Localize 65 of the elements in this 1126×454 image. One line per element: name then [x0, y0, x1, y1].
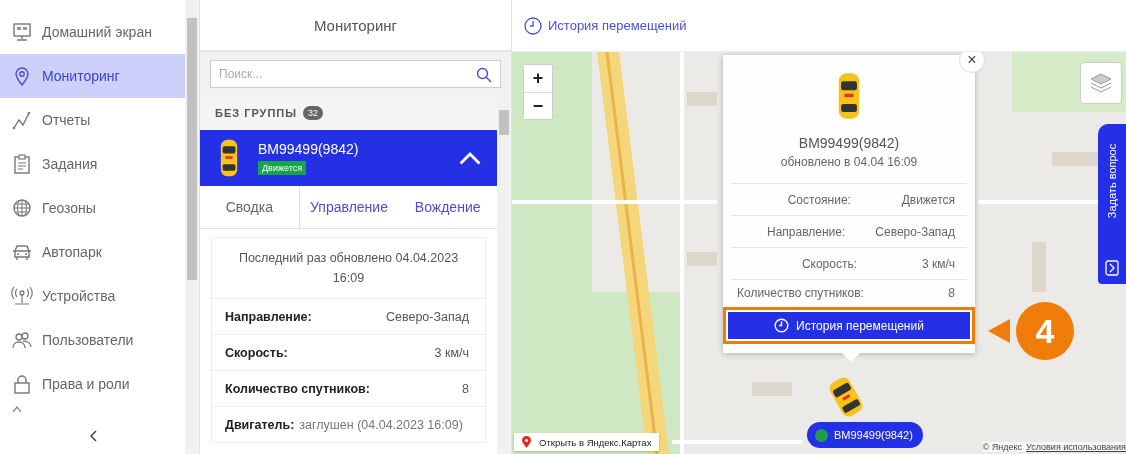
vehicle-marker-label[interactable]: BM99499(9842) [807, 422, 923, 448]
building [1032, 242, 1046, 292]
terms-link[interactable]: Условия использования [1026, 442, 1126, 452]
sidebar-item[interactable]: Отчеты [0, 98, 186, 142]
collapse-chevron-icon[interactable] [88, 430, 97, 443]
close-button[interactable]: × [959, 52, 985, 73]
status-badge: Движется [258, 161, 307, 175]
popup-field-value: Движется [901, 192, 955, 207]
sidebar-item[interactable]: Права и роли [0, 362, 186, 406]
ask-question-tab[interactable]: Задать вопрос [1098, 124, 1126, 284]
sidebar-item[interactable]: Автопарк [0, 230, 186, 274]
open-in-maps-link[interactable]: Открыть в Яндекс.Картах [514, 433, 660, 451]
chart-icon [11, 109, 33, 131]
field-value: заглушен (04.04.2023 16:09) [299, 417, 463, 432]
clock-icon [774, 318, 790, 333]
search-field[interactable]: Поиск... [210, 60, 501, 88]
chevron-box-icon [1105, 260, 1119, 276]
field-value: 3 км/ч [434, 345, 469, 360]
panel-scrollbar[interactable] [497, 96, 511, 454]
globe-icon [11, 197, 33, 219]
sidebar-item[interactable]: Домашний экран [0, 10, 186, 54]
clipboard-icon [11, 153, 33, 175]
popup-field-value: 8 [948, 285, 955, 300]
sidebar-item[interactable]: Геозоны [0, 186, 186, 230]
last-updated-text: Последний раз обновлено 04.04.2023 16:09 [211, 237, 486, 299]
popup-field-label: Направление: [766, 224, 847, 239]
field-label: Направление: [225, 309, 312, 324]
group-label: БЕЗ ГРУППЫ [215, 107, 298, 119]
popup-field-value: 3 км/ч [921, 256, 955, 271]
search-icon[interactable] [476, 67, 492, 83]
lock-icon [11, 373, 33, 395]
field-value: Северо-Запад [386, 309, 469, 324]
popup-field-label: Состояние: [786, 192, 852, 207]
taxi-car-icon [218, 138, 240, 178]
map-pin-icon [522, 436, 531, 448]
copyright-text: © Яндекс [982, 442, 1023, 452]
popup-field-value: Северо-Запад [875, 224, 955, 239]
sidebar-item[interactable]: Пользователи [0, 318, 186, 362]
popup-vehicle-name: BM99499(9842) [798, 135, 900, 151]
sidebar-item[interactable]: Устройства [0, 274, 186, 318]
layers-icon [1089, 72, 1113, 94]
history-link[interactable]: История перемещений [524, 16, 687, 35]
popup-field-label: Количество спутников: [737, 285, 865, 300]
popup-field-label: Скорость: [800, 256, 859, 271]
building [752, 382, 792, 396]
sidebar-scrollbar[interactable] [185, 0, 199, 454]
field-label: Двигатель: [225, 417, 295, 432]
users-icon [11, 329, 33, 351]
vehicle-name: BM99499(9842) [258, 141, 359, 157]
field-label: Скорость: [225, 345, 288, 360]
zoom-out-button[interactable]: − [524, 92, 552, 119]
popup-updated-text: обновлено в 04.04 16:09 [780, 155, 918, 169]
vehicle-row[interactable]: BM99499(9842) Движется [200, 130, 497, 186]
sidebar-item[interactable]: Задания [0, 142, 186, 186]
monitor-icon [11, 21, 33, 43]
building [687, 252, 717, 266]
field-value: 8 [462, 381, 469, 396]
sidebar-item[interactable]: Мониторинг [0, 54, 186, 98]
group-count-badge: 32 [303, 106, 324, 120]
partial-menu-icon [12, 406, 22, 412]
building [687, 92, 717, 106]
clock-icon [524, 16, 542, 35]
history-button[interactable]: История перемещений [728, 312, 970, 339]
antenna-icon [11, 285, 33, 307]
field-label: Количество спутников: [225, 381, 370, 396]
